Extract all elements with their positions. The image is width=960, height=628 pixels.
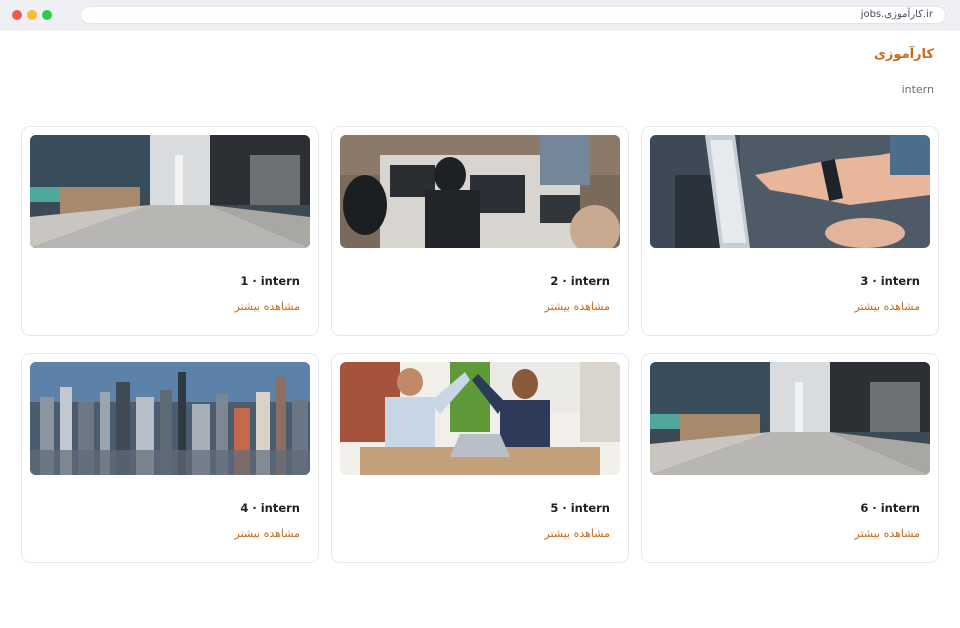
card-title: 5 · intern — [550, 501, 610, 515]
card-title: 4 · intern — [240, 501, 300, 515]
page-subtitle: intern — [901, 83, 934, 96]
page-title: کارآموزی — [874, 47, 934, 62]
job-card[interactable]: 6 · intern مشاهده بیشتر — [641, 353, 939, 563]
job-card[interactable]: 2 · intern مشاهده بیشتر — [331, 126, 629, 336]
card-image-team-laptops — [340, 135, 620, 248]
page-content: کارآموزی intern 1 · intern مشاهده بیشتر — [0, 31, 960, 628]
card-title: 1 · intern — [240, 274, 300, 288]
view-more-link[interactable]: مشاهده بیشتر — [855, 527, 920, 540]
view-more-link[interactable]: مشاهده بیشتر — [545, 527, 610, 540]
card-image-office-corridor — [30, 135, 310, 248]
card-image-city-skyline — [30, 362, 310, 475]
card-title: 2 · intern — [550, 274, 610, 288]
browser-chrome: jobs.کارآموزی.ir — [0, 0, 960, 30]
job-card[interactable]: 5 · intern مشاهده بیشتر — [331, 353, 629, 563]
view-more-link[interactable]: مشاهده بیشتر — [545, 300, 610, 313]
maximize-window-dot[interactable] — [42, 10, 52, 20]
card-image-office-corridor — [650, 362, 930, 475]
job-card[interactable]: 4 · intern مشاهده بیشتر — [21, 353, 319, 563]
card-image-colleagues-high-five — [340, 362, 620, 475]
view-more-link[interactable]: مشاهده بیشتر — [855, 300, 920, 313]
minimize-window-dot[interactable] — [27, 10, 37, 20]
card-title: 6 · intern — [860, 501, 920, 515]
card-title: 3 · intern — [860, 274, 920, 288]
address-bar-url: jobs.کارآموزی.ir — [860, 9, 933, 20]
view-more-link[interactable]: مشاهده بیشتر — [235, 527, 300, 540]
view-more-link[interactable]: مشاهده بیشتر — [235, 300, 300, 313]
card-image-hand-pointing-screen — [650, 135, 930, 248]
job-card[interactable]: 3 · intern مشاهده بیشتر — [641, 126, 939, 336]
address-bar[interactable]: jobs.کارآموزی.ir — [80, 6, 946, 24]
close-window-dot[interactable] — [12, 10, 22, 20]
job-card[interactable]: 1 · intern مشاهده بیشتر — [21, 126, 319, 336]
